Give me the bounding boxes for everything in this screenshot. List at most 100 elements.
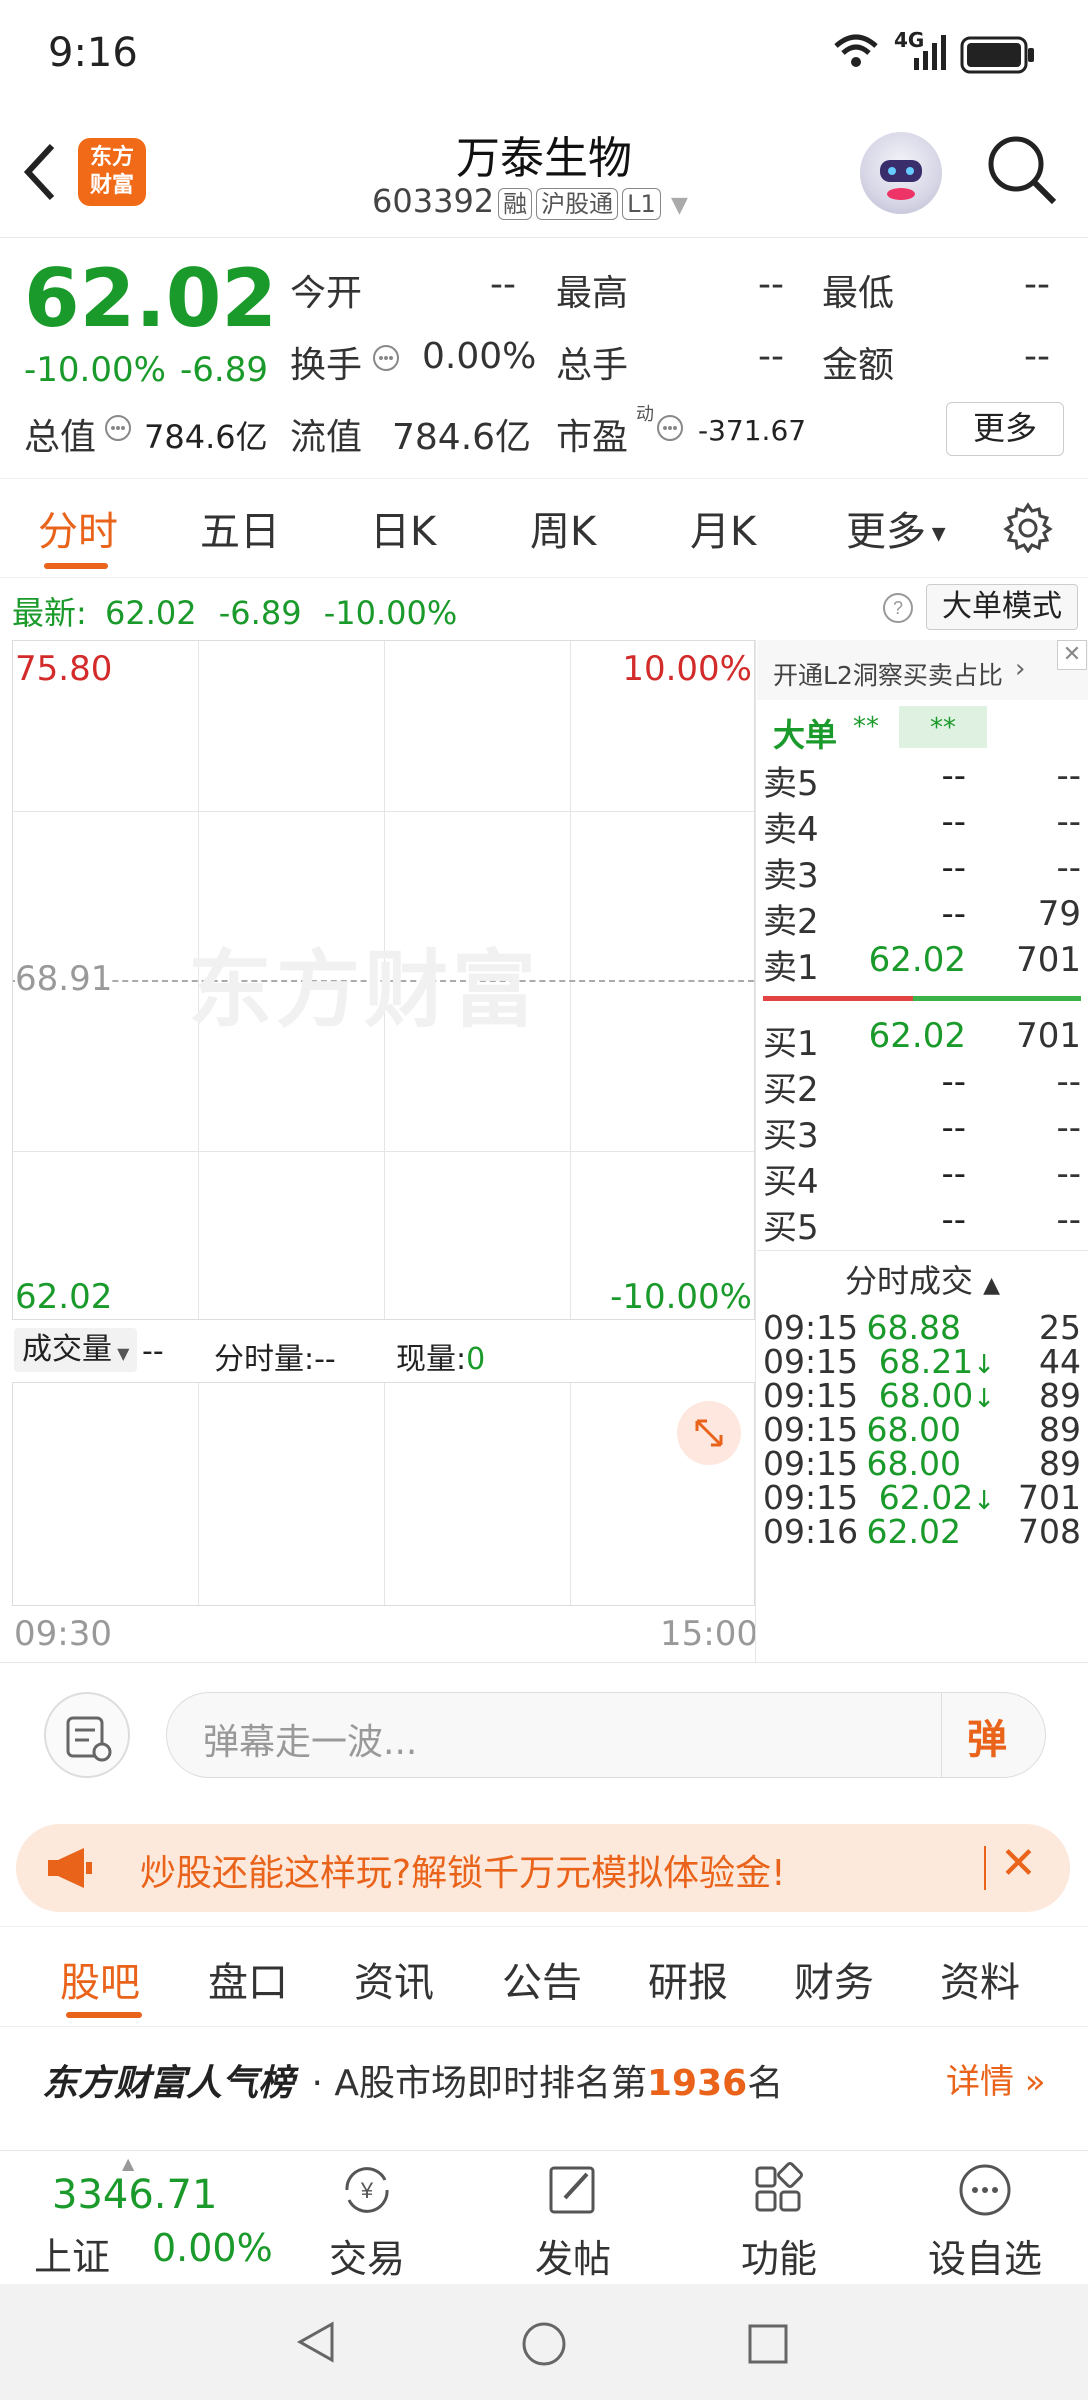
amount-value: --: [1024, 336, 1050, 377]
tab-finance[interactable]: 财务: [794, 1950, 874, 2008]
expand-icon[interactable]: [677, 1401, 741, 1465]
pe-label: 市盈: [556, 417, 629, 458]
stock-code-row: 603392 融沪股通 L1 ▼: [372, 182, 688, 220]
gear-icon[interactable]: [1002, 501, 1054, 557]
latest-change: -6.89: [218, 594, 302, 632]
market-cap-value: 784.6亿: [144, 418, 268, 456]
volume-chart[interactable]: [12, 1382, 755, 1606]
volume-value: --: [142, 1334, 164, 1369]
ask-label: 卖3: [763, 856, 819, 896]
chevron-right-icon: ›: [1015, 654, 1026, 684]
dropdown-triangle-icon: ▼: [112, 1344, 130, 1363]
volume-header: 成交量 ▼ -- 分时量:-- 现量:0: [12, 1320, 755, 1382]
tab-research[interactable]: 研报: [648, 1950, 728, 2008]
info-icon[interactable]: [104, 414, 132, 446]
tab-orderbook[interactable]: 盘口: [208, 1950, 288, 2008]
bid-row-1: 买1 62.02 701: [763, 1016, 1081, 1064]
pe-superscript: 动: [636, 404, 654, 425]
ask-row-5: 卖5 -- --: [763, 756, 1081, 804]
big-order-value-1: **: [853, 712, 879, 742]
trades-title: 分时成交: [844, 1262, 973, 1300]
l2-banner[interactable]: 开通L2洞察买卖占比 › ✕: [757, 640, 1088, 700]
nav-trade[interactable]: ¥ 交易: [292, 2162, 442, 2283]
ask-row-4: 卖4 -- --: [763, 802, 1081, 850]
tab-news[interactable]: 资讯: [354, 1950, 434, 2008]
minute-volume-label: 分时量:: [214, 1342, 315, 1377]
nav-add-watchlist[interactable]: 设自选: [910, 2162, 1060, 2283]
ask-label: 卖1: [763, 948, 819, 988]
comment-list-icon[interactable]: [44, 1692, 130, 1778]
intraday-chart[interactable]: 东方财富 75.80 10.00% 68.91 62.02 -10.00%: [12, 640, 755, 1320]
tag-connect: 沪股通: [536, 188, 619, 220]
ranking-detail-link[interactable]: 详情 »: [946, 2054, 1046, 2103]
grid-line: [13, 1151, 754, 1152]
tab-monthly-k[interactable]: 月K: [690, 499, 756, 557]
ask-price: --: [941, 802, 966, 842]
signal-icon: [912, 34, 948, 76]
ask-label: 卖2: [763, 902, 819, 942]
search-icon[interactable]: [984, 132, 1060, 212]
battery-icon: [960, 36, 1036, 78]
tab-daily-k[interactable]: 日K: [370, 499, 436, 557]
tab-intraday[interactable]: 分时: [38, 499, 118, 557]
popularity-ranking[interactable]: 东方财富人气榜 · A股市场即时排名第1936名: [42, 2054, 783, 2106]
order-book: 开通L2洞察买卖占比 › ✕ 大单 ** ** 卖5 -- -- 卖4 -- -- 卖3…: [757, 640, 1088, 1662]
ask-volume: --: [1056, 802, 1081, 842]
danmaku-input[interactable]: 弹幕走一波... 弹: [166, 1692, 1046, 1778]
time-start-label: 09:30: [14, 1614, 112, 1654]
danmaku-send-button[interactable]: 弹: [967, 1707, 1007, 1765]
bid-volume: --: [1056, 1200, 1081, 1240]
pe-value: -371.67: [698, 414, 807, 447]
bid-price: --: [941, 1200, 966, 1240]
tab-forum[interactable]: 股吧: [60, 1950, 140, 2008]
tab-weekly-k[interactable]: 周K: [530, 499, 596, 557]
tab-five-day[interactable]: 五日: [200, 499, 280, 557]
nav-post[interactable]: 发帖: [498, 2162, 648, 2283]
bid-volume: --: [1056, 1154, 1081, 1194]
yuan-refresh-icon: ¥: [345, 2167, 389, 2213]
tab-announcements[interactable]: 公告: [502, 1950, 582, 2008]
ranking-brand: 东方财富人气榜: [42, 2063, 295, 2104]
info-icon[interactable]: [372, 344, 400, 376]
system-nav-bar: [0, 2284, 1088, 2400]
system-home-icon[interactable]: [520, 2320, 568, 2372]
tag-level[interactable]: L1: [622, 188, 661, 220]
close-icon[interactable]: ✕: [1057, 640, 1087, 670]
tab-more[interactable]: 更多 ▼: [846, 499, 946, 557]
divider: [757, 1250, 1088, 1251]
trade-volume: 708: [1018, 1512, 1081, 1551]
divider: [941, 1693, 942, 1777]
amount-label: 金额: [822, 345, 895, 386]
help-icon[interactable]: ?: [882, 592, 914, 628]
close-icon[interactable]: ✕: [1000, 1838, 1037, 1889]
nav-functions[interactable]: 功能: [704, 2162, 854, 2283]
system-recents-icon[interactable]: [746, 2322, 790, 2370]
promo-banner[interactable]: 炒股还能这样玩?解锁千万元模拟体验金! ✕: [16, 1824, 1070, 1912]
l2-banner-text: 开通L2洞察买卖占比: [773, 661, 1003, 690]
ranking-suffix: 名: [747, 2063, 784, 2104]
info-icon[interactable]: [656, 414, 684, 446]
nav-functions-label: 功能: [740, 2237, 817, 2281]
ask-price: --: [941, 848, 966, 888]
ask-volume: 79: [1037, 894, 1081, 934]
latest-price: 62.02: [104, 594, 197, 632]
y-min-label: 62.02: [15, 1277, 113, 1317]
volume-dropdown[interactable]: 成交量 ▼: [14, 1328, 138, 1372]
open-value: --: [490, 264, 516, 305]
ranking-text: · A股市场即时排名第: [311, 2063, 647, 2104]
tab-profile[interactable]: 资料: [940, 1950, 1020, 2008]
more-button[interactable]: 更多: [946, 402, 1064, 456]
dropdown-triangle-icon[interactable]: ▼: [671, 193, 688, 218]
ask-label: 卖5: [763, 764, 819, 804]
robot-assistant-icon[interactable]: [860, 132, 942, 214]
status-bar: 9:16 4G: [0, 0, 1088, 110]
trades-header[interactable]: 分时成交 ▲: [757, 1256, 1088, 1302]
system-back-icon[interactable]: [292, 2318, 340, 2370]
bid-row-3: 买3 -- --: [763, 1108, 1081, 1156]
grid-line: [384, 1383, 385, 1605]
big-order-mode-button[interactable]: 大单模式: [926, 584, 1078, 630]
index-value[interactable]: 3346.71: [52, 2172, 217, 2218]
change-percent: -10.00%: [24, 350, 166, 390]
promo-text: 炒股还能这样玩?解锁千万元模拟体验金!: [140, 1853, 786, 1894]
big-order-value-2: **: [899, 706, 987, 748]
